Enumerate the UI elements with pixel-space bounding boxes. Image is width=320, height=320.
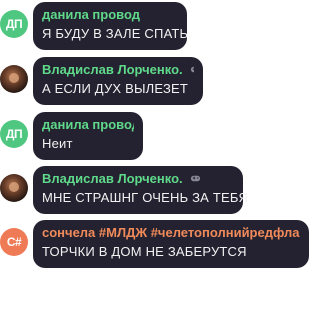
message-text: Я БУДУ В ЗАЛЕ СПАТЬ — [42, 26, 189, 41]
author-name[interactable]: сончела #МЛДЖ #челетополнийредфла... — [42, 224, 300, 242]
avatar-initials: ДП — [5, 17, 23, 31]
game-controller-icon — [191, 66, 194, 73]
message-text: Неит — [42, 136, 73, 151]
message-text: А ЕСЛИ ДУХ ВЫЛЕЗЕТ — [42, 81, 189, 96]
avatar-initials: ДП — [5, 127, 23, 141]
avatar[interactable]: ДП — [0, 120, 28, 148]
avatar[interactable] — [0, 174, 28, 202]
game-controller-icon — [191, 175, 201, 182]
author-name-text: Владислав Лорченко. — [42, 171, 183, 186]
author-name-text: Владислав Лорченко. — [42, 62, 183, 77]
message-text: ТОРЧКИ В ДОМ НЕ ЗАБЕРУТСЯ — [42, 244, 247, 259]
message-text: МНЕ СТРАШНГ ОЧЕНЬ ЗА ТЕБЯ — [42, 190, 249, 205]
author-name[interactable]: Владислав Лорченко. — [42, 170, 234, 188]
message-bubble: сончела #МЛДЖ #челетополнийредфла... ТОР… — [33, 220, 309, 268]
message-bubble: Владислав Лорченко. МНЕ СТРАШНГ ОЧЕНЬ ЗА… — [33, 166, 249, 214]
avatar[interactable]: С# — [0, 228, 28, 256]
author-name[interactable]: Владислав Лорченко. — [42, 61, 194, 79]
message-bubble: Владислав Лорченко. А ЕСЛИ ДУХ ВЫЛЕЗЕТ — [33, 57, 203, 105]
avatar-initials: С# — [6, 235, 22, 249]
user-photo-icon — [9, 182, 19, 192]
message-bubble: данила провод Неит — [33, 112, 143, 160]
user-photo-icon — [9, 73, 19, 83]
avatar[interactable]: ДП — [0, 10, 28, 38]
message-bubble: данила провод Я БУДУ В ЗАЛЕ СПАТЬ — [33, 2, 189, 50]
author-name[interactable]: данила провод — [42, 6, 178, 24]
author-name[interactable]: данила провод — [42, 116, 134, 134]
avatar[interactable] — [0, 65, 28, 93]
